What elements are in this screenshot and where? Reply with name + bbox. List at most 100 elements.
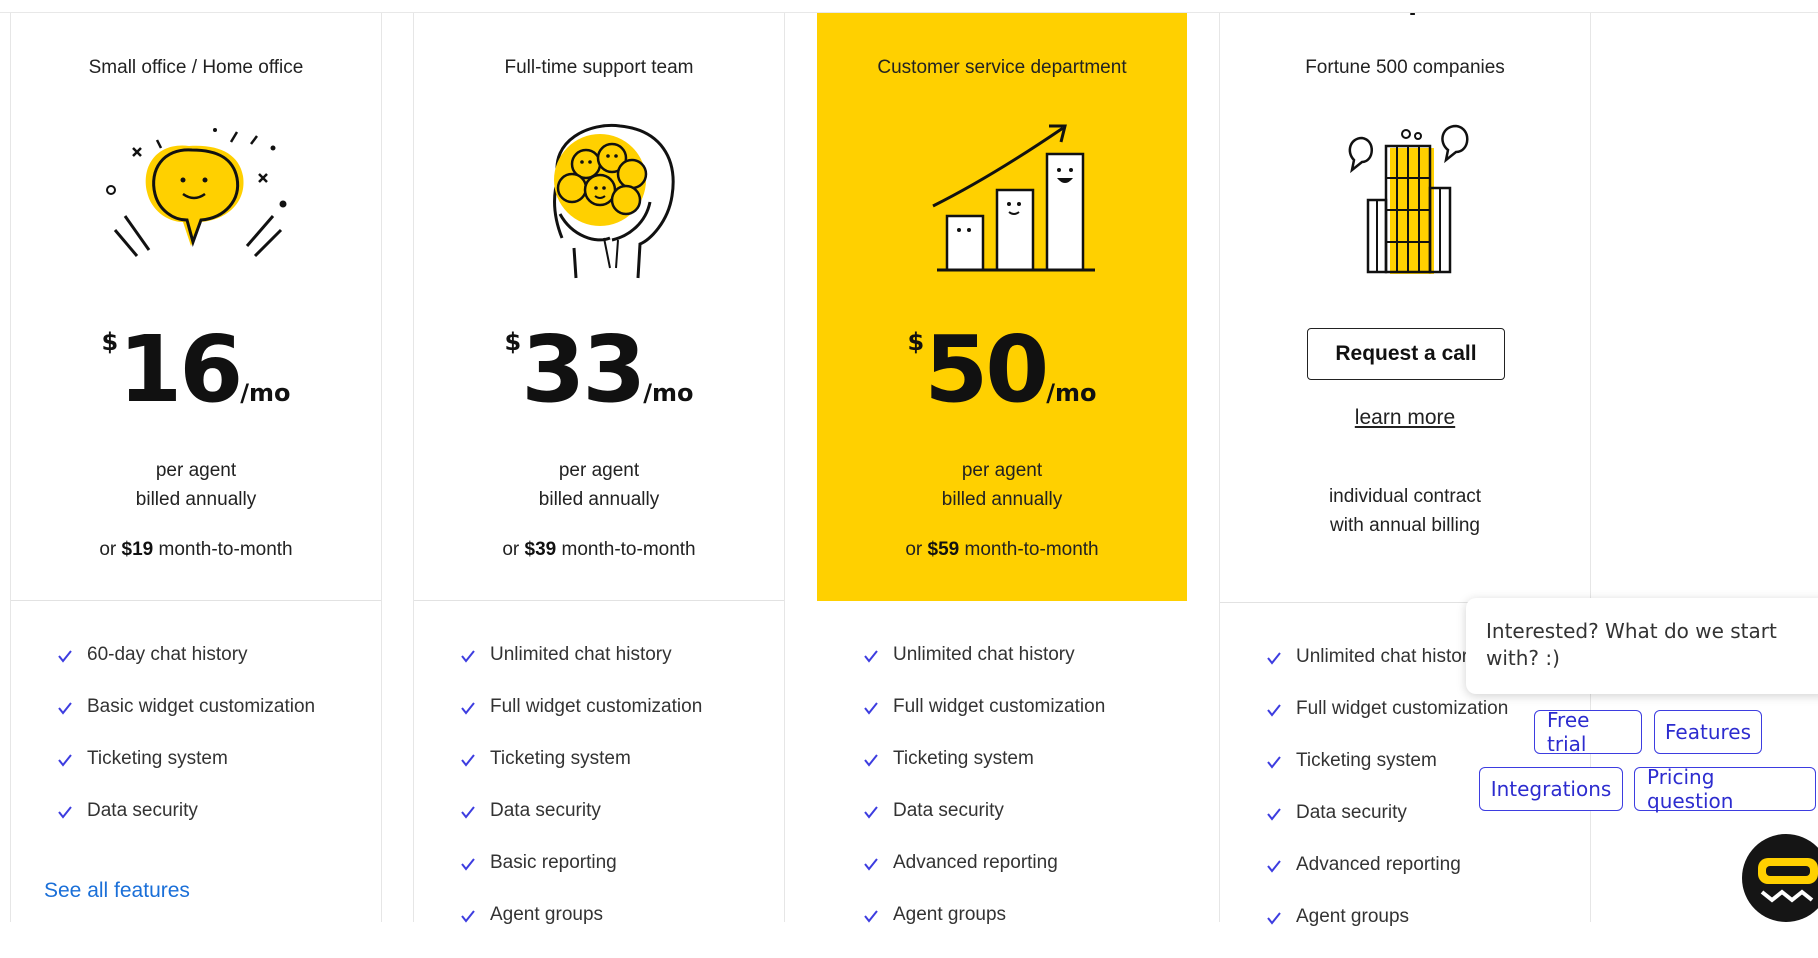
billing-note-line: billed annually (941, 489, 1063, 510)
chip-integrations[interactable]: Integrations (1479, 767, 1623, 811)
feature-item: Full widget customization (460, 696, 702, 748)
chip-pricing-question[interactable]: Pricing question (1634, 765, 1816, 813)
plan-price: $33/mo (414, 320, 784, 420)
billing-note: per agent billed annually (817, 456, 1187, 514)
feature-item: Advanced reporting (1266, 854, 1508, 906)
plan-price: $16/mo (11, 320, 381, 420)
check-icon (864, 702, 878, 715)
chat-greeting-bubble[interactable]: Interested? What do we start with? :) (1466, 598, 1818, 694)
feature-list: Unlimited chat history Full widget custo… (863, 644, 1105, 956)
feature-label: Data security (87, 800, 198, 821)
check-icon (58, 806, 72, 819)
feature-item: Ticketing system (863, 748, 1105, 800)
feature-item: Basic reporting (460, 852, 702, 904)
skyscraper-illustration (1348, 124, 1469, 274)
feature-item: Advanced reporting (863, 852, 1105, 904)
feature-item: Full widget customization (863, 696, 1105, 748)
monthly-suffix: month-to-month (556, 539, 696, 560)
feature-label: 60-day chat history (87, 644, 248, 665)
feature-item: Data security (863, 800, 1105, 852)
feature-label: Data security (490, 800, 601, 821)
billing-note-line: billed annually (135, 489, 257, 510)
feature-item: Data security (1266, 802, 1508, 854)
monthly-prefix: or (502, 539, 525, 560)
monthly-prefix: or (905, 539, 928, 560)
price-currency: $ (907, 328, 925, 356)
monthly-suffix: month-to-month (959, 539, 1099, 560)
chip-free-trial[interactable]: Free trial (1534, 708, 1642, 756)
feature-item: 60-day chat history (57, 644, 315, 696)
monthly-prefix: or (99, 539, 122, 560)
check-icon (864, 858, 878, 871)
feature-label: Data security (1296, 802, 1407, 823)
check-icon (461, 702, 475, 715)
billing-note-line: per agent (155, 460, 237, 481)
plan-summary: Team Full-time support team $33/mo per a… (414, 0, 784, 601)
check-icon (864, 806, 878, 819)
monthly-price-value: $39 (524, 539, 557, 560)
feature-item: Unlimited chat history (460, 644, 702, 696)
check-icon (461, 858, 475, 871)
feature-label: Agent groups (1296, 906, 1410, 927)
plan-price: $50/mo (817, 320, 1187, 420)
plan-card-starter: Starter Small office / Home office $16/m… (10, 0, 382, 922)
see-all-features-link[interactable]: See all features (44, 879, 190, 903)
contract-note-line: individual contract (1328, 486, 1482, 507)
price-period: /mo (643, 379, 694, 407)
feature-label: Advanced reporting (893, 852, 1058, 873)
check-icon (1267, 860, 1281, 873)
check-icon (864, 910, 878, 923)
smiley-chat-bubble-illustration (106, 128, 287, 258)
request-a-call-button[interactable]: Request a call (1307, 328, 1505, 380)
billing-note-line: per agent (558, 460, 640, 481)
feature-item: Agent groups (1266, 906, 1508, 958)
monthly-price: or $59 month-to-month (817, 539, 1187, 561)
group-hug-illustration (553, 123, 675, 279)
check-icon (461, 910, 475, 923)
learn-more-link[interactable]: learn more (1220, 406, 1590, 430)
feature-label: Basic reporting (490, 852, 617, 873)
check-icon (58, 650, 72, 663)
feature-label: Advanced reporting (1296, 854, 1461, 875)
feature-item: Agent groups (863, 904, 1105, 956)
chat-launcher-icon (1758, 858, 1818, 903)
feature-list: 60-day chat history Basic widget customi… (57, 644, 315, 852)
chat-launcher-button[interactable] (1742, 834, 1818, 922)
contract-note: individual contract with annual billing (1220, 482, 1590, 540)
plan-subtitle: Full-time support team (504, 57, 694, 78)
feature-label: Ticketing system (490, 748, 631, 769)
chip-features[interactable]: Features (1654, 710, 1762, 754)
plan-card-team: Team Full-time support team $33/mo per a… (413, 0, 785, 925)
price-amount: 33 (521, 316, 646, 423)
feature-item: Ticketing system (57, 748, 315, 800)
plan-summary: Starter Small office / Home office $16/m… (11, 0, 381, 601)
contract-note-line: with annual billing (1330, 515, 1480, 536)
billing-note: per agent billed annually (414, 456, 784, 514)
monthly-price-value: $59 (927, 539, 960, 560)
feature-label: Full widget customization (490, 696, 703, 717)
feature-label: Unlimited chat history (490, 644, 672, 665)
feature-label: Ticketing system (893, 748, 1034, 769)
top-band (0, 0, 1818, 13)
check-icon (461, 650, 475, 663)
check-icon (1267, 704, 1281, 717)
feature-item: Unlimited chat history (863, 644, 1105, 696)
feature-label: Agent groups (490, 904, 604, 925)
check-icon (58, 754, 72, 767)
check-icon (1267, 912, 1281, 925)
check-icon (1267, 756, 1281, 769)
price-amount: 16 (118, 316, 243, 423)
feature-label: Unlimited chat history (893, 644, 1075, 665)
price-amount: 50 (924, 316, 1049, 423)
billing-note-line: per agent (961, 460, 1043, 481)
feature-label: Agent groups (893, 904, 1007, 925)
monthly-price-value: $19 (121, 539, 154, 560)
price-period: /mo (1046, 379, 1097, 407)
plan-subtitle: Small office / Home office (88, 57, 304, 78)
monthly-price: or $19 month-to-month (11, 539, 381, 561)
feature-label: Full widget customization (893, 696, 1106, 717)
plan-card-business: Business Customer service department $50… (816, 0, 1188, 925)
price-period: /mo (240, 379, 291, 407)
feature-item: Ticketing system (460, 748, 702, 800)
feature-item: Ticketing system (1266, 750, 1508, 802)
